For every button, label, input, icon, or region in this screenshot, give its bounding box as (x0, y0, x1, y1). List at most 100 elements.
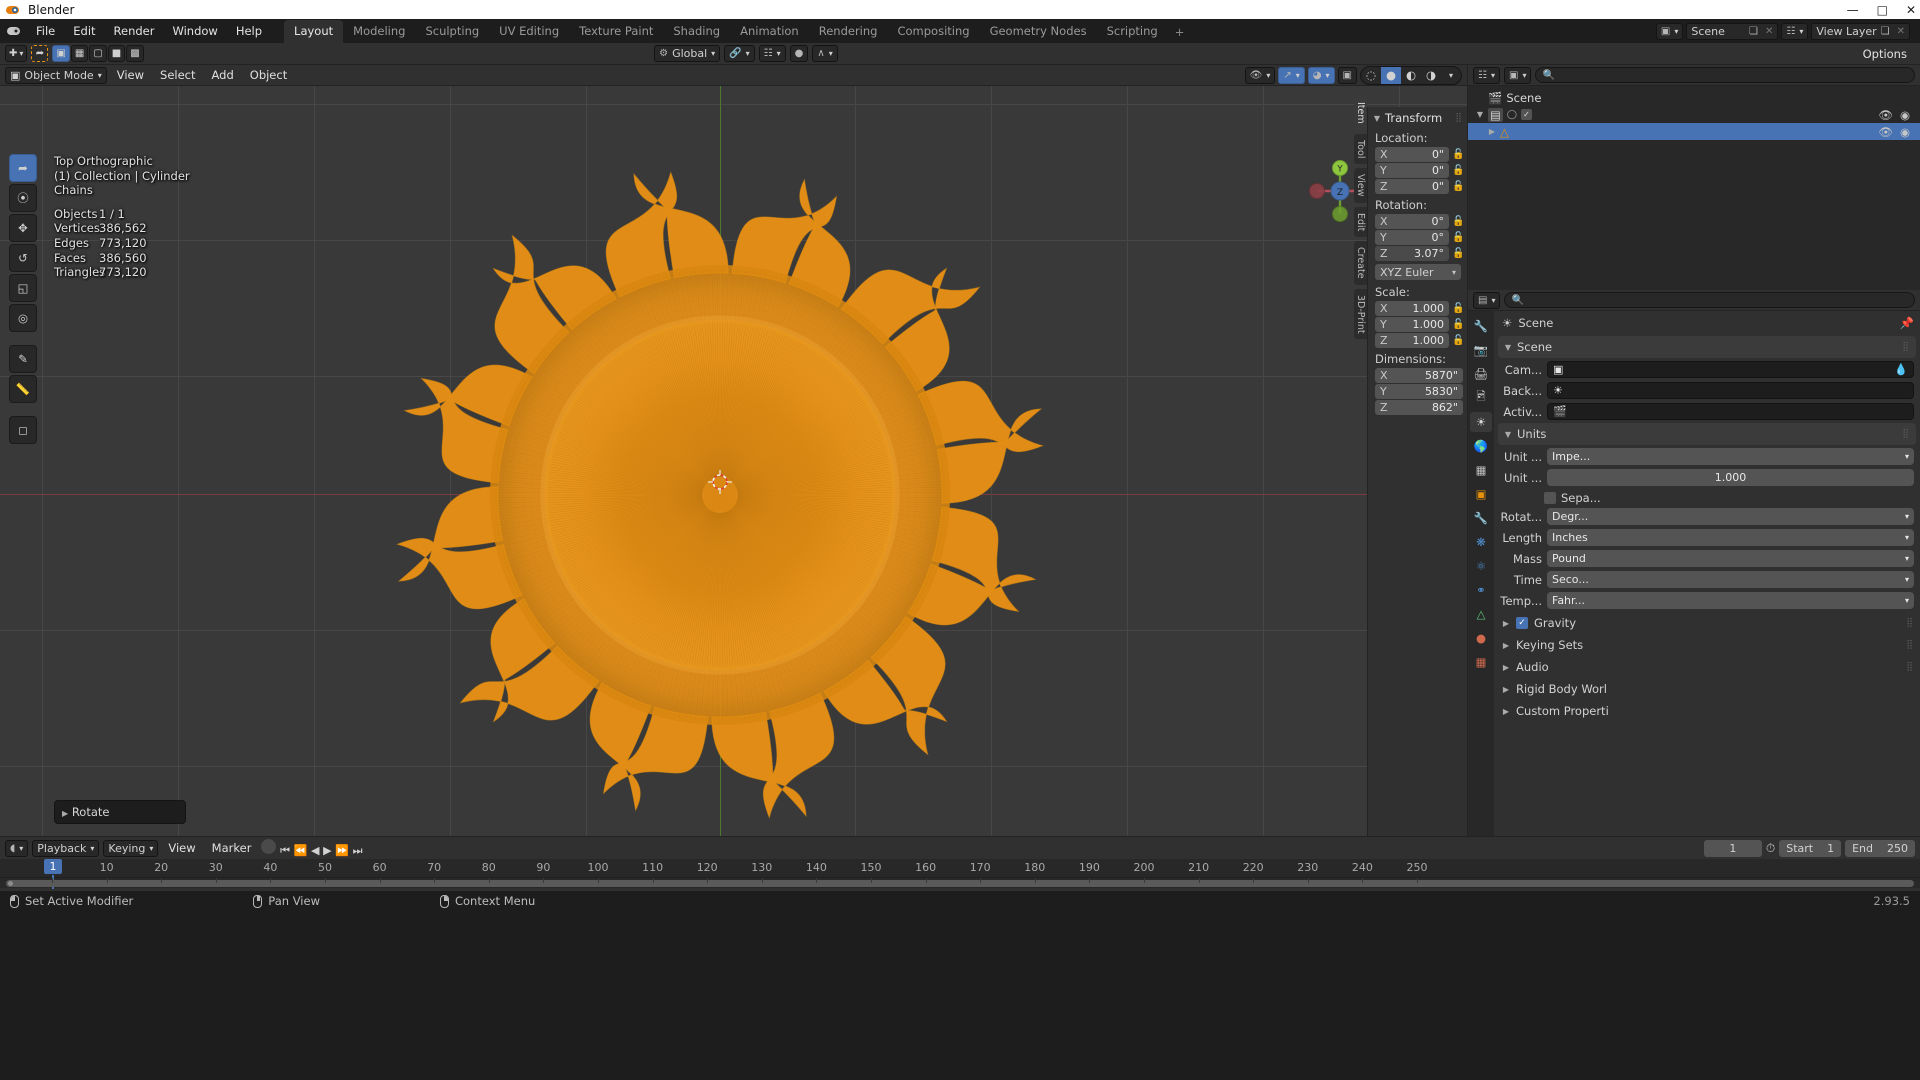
outliner-tree[interactable]: 🎬 Scene ▼ ▤ ◯ ✓ 👁 ◉ ▶ △ 👁 ◉ (1468, 86, 1920, 290)
new-view-layer-icon[interactable]: ❏ (1881, 26, 1890, 37)
select-invert-icon[interactable]: ■ (107, 45, 126, 62)
dimensions-x-field[interactable]: X 5870" (1375, 368, 1463, 383)
outliner-filter-icon[interactable]: ▣ ▾ (1503, 66, 1532, 84)
current-frame-field[interactable]: 1 (1703, 839, 1762, 857)
play-button[interactable]: ▶ (323, 844, 331, 857)
timeline-strip[interactable] (0, 875, 1920, 889)
tab-constraints-icon[interactable]: ⚭ (1470, 580, 1492, 600)
tab-material-icon[interactable]: ● (1470, 628, 1492, 648)
select-intersect-icon[interactable]: ▩ (126, 45, 144, 62)
object-hide-eye-icon[interactable]: 👁 (1878, 125, 1893, 139)
minimize-button[interactable]: — (1847, 4, 1859, 16)
lock-scale-y-icon[interactable]: 🔓 (1452, 319, 1464, 330)
menu-edit[interactable]: Edit (65, 21, 103, 41)
tab-layout[interactable]: Layout (284, 20, 344, 43)
tool-scale-icon[interactable]: ◱ (9, 274, 37, 302)
menu-file[interactable]: File (28, 21, 63, 41)
operator-panel-rotate[interactable]: ▶ Rotate (54, 800, 186, 824)
tab-physics-icon[interactable]: ⚛ (1470, 556, 1492, 576)
jump-prev-keyframe-button[interactable]: ⏪ (294, 844, 308, 857)
tab-tool-icon[interactable]: 🔧 (1470, 316, 1492, 336)
menu-window[interactable]: Window (164, 21, 225, 41)
audio-expand-icon[interactable]: ▶ (1502, 663, 1510, 672)
options-dropdown[interactable]: Options (1855, 44, 1915, 64)
dimensions-y-field[interactable]: Y 5830" (1375, 384, 1463, 399)
background-scene-field[interactable]: ☀ (1547, 382, 1914, 399)
audio-drag-handle[interactable]: ⣿ (1906, 662, 1914, 672)
xray-toggle-icon[interactable]: ▣ (1337, 66, 1357, 84)
playhead-marker[interactable]: 1 (44, 859, 62, 874)
shading-rendered-icon[interactable]: ◑ (1421, 67, 1441, 84)
gravity-drag-handle[interactable]: ⣿ (1906, 618, 1914, 628)
tab-collection-icon[interactable]: ▦ (1470, 460, 1492, 480)
unit-scale-field[interactable]: 1.000 (1547, 469, 1914, 486)
lock-rotation-z-icon[interactable]: 🔓 (1452, 248, 1464, 259)
visibility-eye-icon[interactable]: 👁 ▾ (1244, 66, 1276, 84)
time-units-dropdown[interactable]: Seco... ▾ (1547, 571, 1914, 588)
viewport-canvas[interactable]: Top Orthographic (1) Collection | Cylind… (0, 86, 1467, 836)
proportional-falloff-icon[interactable]: ∧ ▾ (812, 45, 838, 62)
gravity-expand-icon[interactable]: ▶ (1502, 619, 1510, 628)
location-z-field[interactable]: Z 0" (1375, 179, 1449, 194)
view-layer-selector[interactable]: View Layer ❏ ✕ (1811, 22, 1910, 40)
jump-next-keyframe-button[interactable]: ⏩ (335, 844, 349, 857)
close-button[interactable]: ✕ (1906, 4, 1916, 16)
lock-rotation-y-icon[interactable]: 🔓 (1452, 232, 1464, 243)
select-extend-icon[interactable]: ▦ (70, 45, 89, 62)
blender-menu-icon[interactable] (6, 24, 22, 38)
gravity-checkbox[interactable]: ✓ (1516, 617, 1528, 629)
viewport-menu-add[interactable]: Add (206, 66, 240, 84)
tab-modifiers-icon[interactable]: 🔧 (1470, 508, 1492, 528)
npanel-tab-create[interactable]: Create (1354, 241, 1367, 285)
snap-target-icon[interactable]: 🔗 ▾ (724, 45, 755, 62)
collection-expand-icon[interactable]: ▼ (1476, 110, 1484, 119)
dimensions-z-field[interactable]: Z 862" (1375, 400, 1463, 415)
camera-eyedropper-icon[interactable]: 💧 (1894, 363, 1908, 376)
viewport-menu-select[interactable]: Select (154, 66, 201, 84)
properties-search-input[interactable]: 🔍 (1504, 292, 1915, 308)
outliner-display-mode-icon[interactable]: ☷ ▾ (1473, 66, 1500, 84)
keying-sets-expand-icon[interactable]: ▶ (1502, 641, 1510, 650)
tab-sculpting[interactable]: Sculpting (415, 20, 489, 43)
tool-move-icon[interactable]: ✥ (9, 214, 37, 242)
audio-section[interactable]: ▶ Audio ⣿ (1494, 656, 1920, 678)
maximize-button[interactable]: □ (1877, 4, 1888, 16)
custom-properties-expand-icon[interactable]: ▶ (1502, 707, 1510, 716)
shading-options-icon[interactable]: ▾ (1441, 67, 1461, 84)
timeline-editor-type-icon[interactable]: ◖ ▾ (5, 839, 29, 857)
snap-toggle-icon[interactable]: ☷ ▾ (758, 45, 786, 62)
tab-world-icon[interactable]: 🌎 (1470, 436, 1492, 456)
tab-uv-editing[interactable]: UV Editing (489, 20, 569, 43)
gizmo-toggle-icon[interactable]: ↗ ▾ (1278, 66, 1305, 84)
keying-dropdown[interactable]: Keying ▾ (103, 839, 159, 857)
unit-system-dropdown[interactable]: Impe... ▾ (1547, 448, 1914, 465)
tab-particles-icon[interactable]: ❋ (1470, 532, 1492, 552)
custom-properties-section[interactable]: ▶ Custom Properti (1494, 700, 1920, 722)
lock-location-z-icon[interactable]: 🔓 (1452, 181, 1464, 192)
npanel-tab-item[interactable]: Item (1354, 96, 1367, 130)
tab-object-data-icon[interactable]: △ (1470, 604, 1492, 624)
new-scene-icon[interactable]: ❏ (1749, 26, 1758, 37)
keying-sets-drag-handle[interactable]: ⣿ (1906, 640, 1914, 650)
tab-scene-icon[interactable]: ☀ (1470, 412, 1492, 432)
scene-section-collapse-icon[interactable]: ▼ (1504, 343, 1512, 352)
jump-to-start-button[interactable]: ⏮ (280, 844, 290, 857)
tab-texture-icon[interactable]: ▦ (1470, 652, 1492, 672)
menu-help[interactable]: Help (228, 21, 270, 41)
scene-section-header[interactable]: ▼ Scene ⣿ (1498, 336, 1916, 358)
viewport-menu-object[interactable]: Object (244, 66, 293, 84)
end-frame-field[interactable]: End 250 (1845, 839, 1915, 857)
tool-annotate-icon[interactable]: ✎ (9, 345, 37, 373)
proportional-edit-icon[interactable]: ● (789, 45, 809, 62)
units-section-collapse-icon[interactable]: ▼ (1504, 430, 1512, 439)
properties-editor[interactable]: ▤ ▾ 🔍 🔧 📷 🖨 🖻 ☀ 🌎 ▦ ▣ 🔧 ❋ ⚛ ⚭ △ ● ▦ ☀ Sc… (1467, 290, 1920, 836)
rigid-body-world-section[interactable]: ▶ Rigid Body Worl (1494, 678, 1920, 700)
scene-section-drag-handle[interactable]: ⣿ (1902, 342, 1910, 352)
rotation-y-field[interactable]: Y 0° (1375, 230, 1449, 245)
separate-units-checkbox[interactable] (1544, 492, 1556, 504)
rotation-z-field[interactable]: Z 3.07° (1375, 246, 1449, 261)
shading-material-icon[interactable]: ◐ (1401, 67, 1421, 84)
location-x-field[interactable]: X 0" (1375, 147, 1449, 162)
transform-collapse-icon[interactable]: ▼ (1373, 114, 1381, 123)
npanel-tab-tool[interactable]: Tool (1354, 133, 1367, 165)
